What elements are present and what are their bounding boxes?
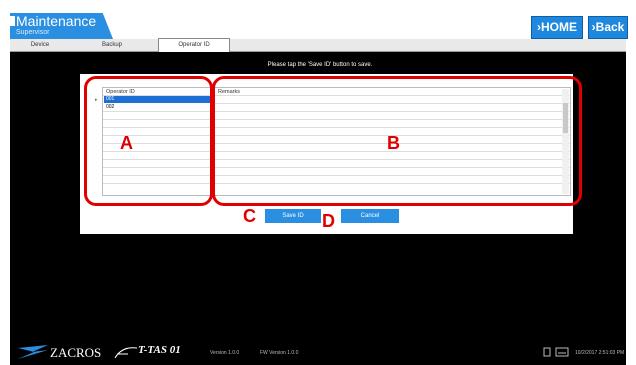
annotation-box-a	[84, 76, 213, 206]
cancel-button[interactable]: Cancel	[341, 209, 399, 223]
title-marker-icon	[10, 16, 15, 26]
header-bar: Maintenance Supervisor ›HOME ›Back	[0, 0, 636, 40]
tab-backup[interactable]: Backup	[82, 39, 142, 51]
instruction-text: Please tap the 'Save ID' button to save.	[267, 62, 373, 68]
page-title: Maintenance	[16, 13, 97, 29]
annotation-letter-c: C	[243, 206, 256, 226]
save-id-button[interactable]: Save ID	[265, 209, 321, 223]
home-button[interactable]: ›HOME	[531, 16, 583, 39]
keyboard-icon[interactable]	[555, 347, 569, 357]
datetime-display: 10/2/2017 2:51:03 PM	[575, 350, 625, 356]
annotation-letter-b: B	[387, 133, 400, 153]
page-subtitle: Supervisor	[16, 29, 50, 36]
brand-logo: ZACROS	[50, 345, 102, 360]
zacros-logo-icon	[18, 345, 48, 359]
version-info: Version 1.0.0	[210, 350, 240, 356]
back-button[interactable]: ›Back	[588, 16, 628, 39]
product-logo: T-TAS 01	[138, 344, 181, 356]
annotation-letter-d: D	[322, 211, 335, 231]
tab-operator-id[interactable]: Operator ID	[158, 38, 230, 52]
annotation-letter-a: A	[120, 133, 133, 153]
footer-bar: ZACROS T-TAS 01 Version 1.0.0 FW Version…	[10, 339, 626, 365]
tab-bar: Device Backup Operator ID	[10, 38, 626, 52]
fw-version-info: FW Version 1.0.0	[260, 350, 299, 356]
ttas-logo-icon	[114, 347, 138, 359]
tab-device[interactable]: Device	[10, 39, 70, 51]
usb-icon	[543, 347, 551, 357]
